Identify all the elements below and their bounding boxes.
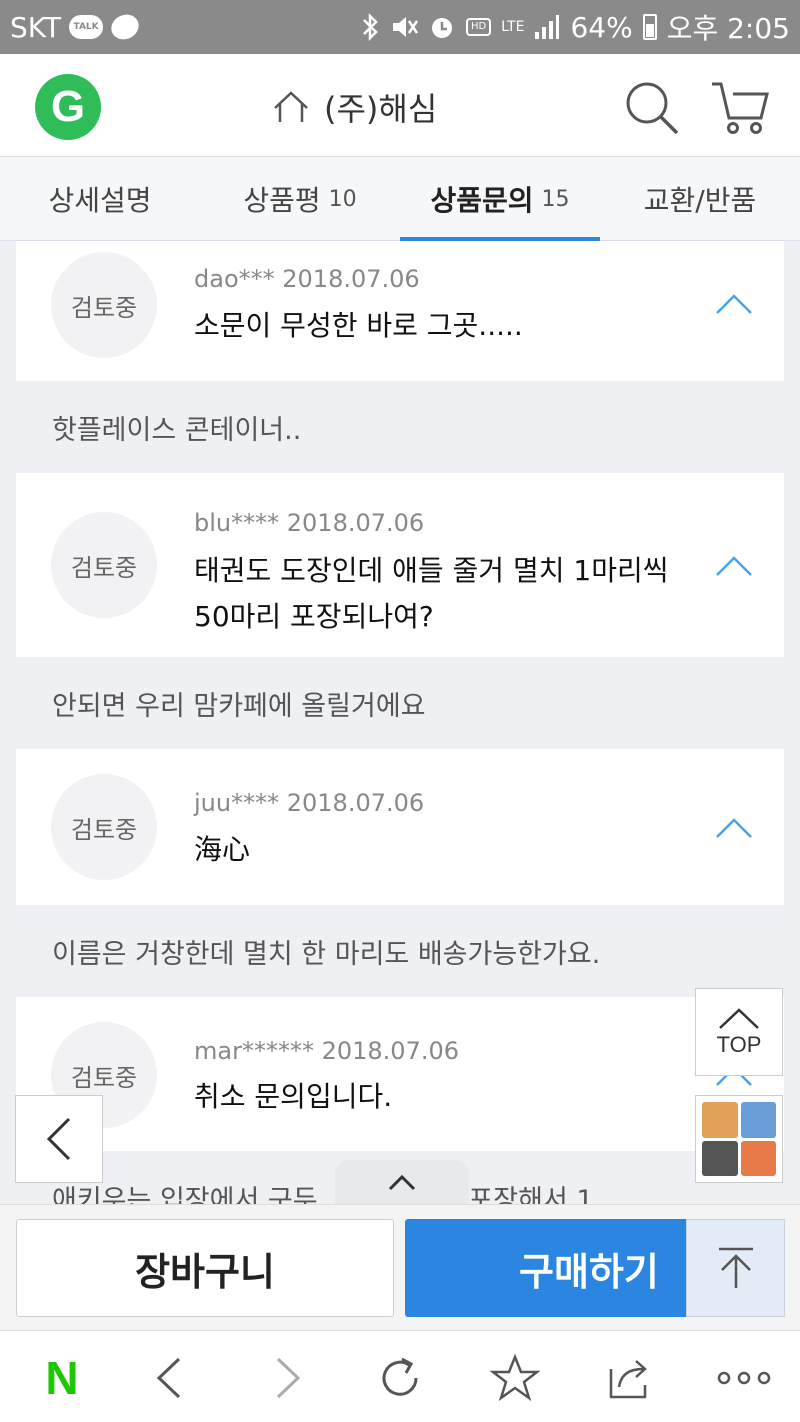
arrow-up-icon bbox=[718, 1247, 753, 1288]
shop-title[interactable]: (주)해심 bbox=[272, 84, 437, 130]
top-label: TOP bbox=[716, 1032, 762, 1057]
qna-question[interactable]: 검토중 mar****** 2018.07.06 취소 문의입니다. bbox=[16, 997, 784, 1151]
alarm-icon bbox=[431, 18, 452, 38]
question-text: 태권도 도장인데 애들 줄거 멸치 1마리씩 50마리 포장되나여? bbox=[194, 554, 669, 633]
tab-count: 10 bbox=[328, 186, 357, 212]
chevron-up-icon bbox=[719, 1008, 759, 1029]
carrier-label: SKT bbox=[10, 10, 62, 44]
user-id: dao*** bbox=[194, 265, 275, 293]
chevron-up-icon bbox=[388, 1174, 416, 1191]
question-text: 취소 문의입니다. bbox=[194, 1080, 393, 1113]
qna-answer: 안되면 우리 맘카페에 올릴거에요 bbox=[16, 657, 784, 749]
browser-toolbar: N bbox=[0, 1330, 800, 1422]
battery-icon bbox=[642, 14, 657, 40]
tab-reviews[interactable]: 상품평 10 bbox=[200, 157, 400, 241]
mute-icon bbox=[392, 17, 418, 37]
qna-question[interactable]: 검토중 juu**** 2018.07.06 海心 bbox=[16, 749, 784, 905]
qna-answer: 핫플레이스 콘테이너.. bbox=[16, 381, 784, 473]
hd-voice-badge: HD bbox=[465, 18, 492, 36]
status-badge: 검토중 bbox=[51, 774, 157, 880]
signal-icon bbox=[535, 15, 560, 39]
forward-icon[interactable] bbox=[262, 1353, 312, 1403]
product-tabs: 상세설명 상품평 10 상품문의 15 교환/반품 bbox=[0, 157, 800, 241]
app-header: G (주)해심 bbox=[0, 54, 800, 157]
chevron-up-icon[interactable] bbox=[714, 815, 754, 841]
tab-returns[interactable]: 교환/반품 bbox=[600, 157, 800, 241]
tab-detail[interactable]: 상세설명 bbox=[0, 157, 200, 241]
tab-label: 교환/반품 bbox=[643, 184, 757, 217]
scroll-top-square-button[interactable] bbox=[686, 1219, 785, 1317]
kakaotalk-icon: TALK bbox=[69, 15, 104, 39]
reload-icon[interactable] bbox=[375, 1353, 425, 1403]
shop-name: (주)해심 bbox=[324, 90, 438, 128]
user-id: mar****** bbox=[194, 1037, 314, 1065]
tab-inquiries[interactable]: 상품문의 15 bbox=[400, 157, 600, 241]
status-badge: 검토중 bbox=[51, 252, 157, 358]
qna-list: 검토중 dao*** 2018.07.06 소문이 무성한 바로 그곳.....… bbox=[16, 241, 784, 1204]
lte-label: LTE bbox=[501, 19, 525, 35]
bean-icon bbox=[107, 10, 143, 44]
purchase-bar: 장바구니 구매하기 bbox=[0, 1204, 800, 1330]
back-icon[interactable] bbox=[145, 1353, 195, 1403]
expand-handle[interactable] bbox=[335, 1160, 469, 1206]
user-id: juu**** bbox=[194, 789, 280, 817]
user-id: blu**** bbox=[194, 509, 280, 537]
tab-label: 상품문의 bbox=[430, 184, 534, 217]
recent-product-thumbnail[interactable] bbox=[695, 1095, 783, 1183]
scroll-top-button[interactable]: TOP bbox=[695, 988, 783, 1076]
qna-question[interactable]: 검토중 blu**** 2018.07.06 태권도 도장인데 애들 줄거 멸치… bbox=[16, 473, 784, 657]
qna-meta: dao*** 2018.07.06 bbox=[194, 265, 420, 293]
post-date: 2018.07.06 bbox=[286, 789, 425, 817]
chevron-up-icon[interactable] bbox=[714, 291, 754, 317]
more-icon[interactable] bbox=[716, 1353, 772, 1403]
gmarket-logo[interactable]: G bbox=[35, 74, 101, 140]
tab-label: 상세설명 bbox=[48, 184, 152, 217]
home-icon bbox=[274, 91, 308, 122]
qna-meta: mar****** 2018.07.06 bbox=[194, 1037, 459, 1065]
status-bar: SKT TALK HD LTE 64% 오후 2:05 bbox=[0, 0, 800, 54]
battery-percent: 64% bbox=[570, 10, 633, 44]
qna-meta: juu**** 2018.07.06 bbox=[194, 789, 424, 817]
bluetooth-icon bbox=[363, 13, 378, 41]
qna-meta: blu**** 2018.07.06 bbox=[194, 509, 424, 537]
post-date: 2018.07.06 bbox=[321, 1037, 460, 1065]
question-text: 소문이 무성한 바로 그곳..... bbox=[194, 309, 523, 342]
tab-label: 상품평 bbox=[243, 184, 321, 217]
naver-home-button[interactable]: N bbox=[32, 1352, 92, 1404]
share-icon[interactable] bbox=[603, 1353, 653, 1403]
status-badge: 검토중 bbox=[51, 512, 157, 618]
tab-count: 15 bbox=[541, 186, 570, 212]
add-to-cart-button[interactable]: 장바구니 bbox=[16, 1219, 394, 1317]
qna-answer: 이름은 거창한데 멸치 한 마리도 배송가능한가요. bbox=[16, 905, 784, 997]
chevron-up-icon[interactable] bbox=[714, 553, 754, 579]
post-date: 2018.07.06 bbox=[286, 509, 425, 537]
cart-icon[interactable] bbox=[710, 78, 770, 138]
bookmark-icon[interactable] bbox=[490, 1353, 540, 1403]
back-button[interactable] bbox=[15, 1095, 103, 1183]
question-text: 海心 bbox=[194, 833, 251, 866]
clock: 오후 2:05 bbox=[666, 12, 790, 45]
chevron-left-icon bbox=[46, 1117, 71, 1161]
search-icon[interactable] bbox=[622, 78, 682, 138]
qna-question[interactable]: 검토중 dao*** 2018.07.06 소문이 무성한 바로 그곳..... bbox=[16, 241, 784, 381]
post-date: 2018.07.06 bbox=[282, 265, 420, 293]
